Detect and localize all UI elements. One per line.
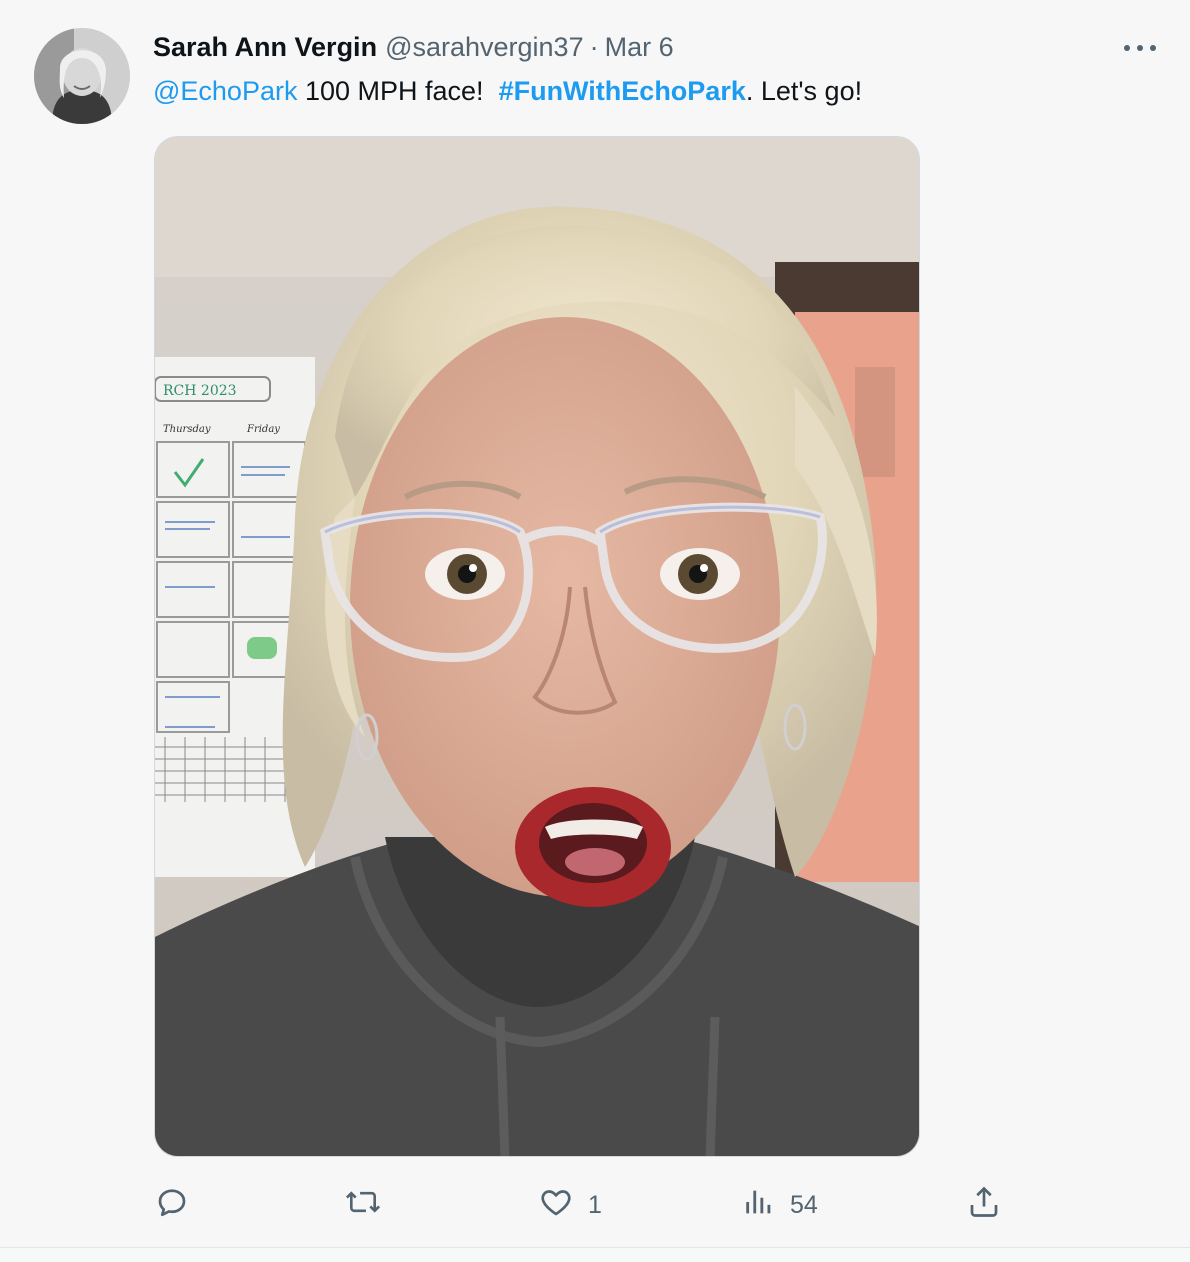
display-name[interactable]: Sarah Ann Vergin [153,32,377,63]
tweet-text-part-1: 100 MPH face! [297,76,499,106]
like-button[interactable]: 1 [538,1182,602,1228]
retweet-icon [344,1184,382,1227]
hashtag-link[interactable]: #FunWithEchoPark [499,76,746,106]
tweet-date[interactable]: Mar 6 [605,32,674,63]
separator-dot: · [589,31,599,62]
tweet-header: Sarah Ann Vergin @sarahvergin37 · Mar 6 [153,28,674,66]
tweet-actions-bar: 1 54 [154,1182,1004,1228]
calendar-day-friday: Friday [246,424,280,435]
share-button[interactable] [966,1182,1016,1228]
views-count: 54 [790,1190,818,1219]
mention-link[interactable]: @EchoPark [153,76,297,106]
share-icon [966,1184,1002,1227]
tweet-card[interactable]: Sarah Ann Vergin @sarahvergin37 · Mar 6 … [0,0,1190,1248]
calendar-day-thursday: Thursday [163,424,211,435]
reply-button[interactable] [154,1182,204,1228]
calendar-header-text: RCH 2023 [163,383,237,399]
retweet-button[interactable] [344,1182,396,1228]
tweet-photo[interactable]: RCH 2023 Thursday Friday [154,136,920,1157]
tweet-text-part-2: . Let's go! [745,76,863,106]
tweet-text: @EchoPark 100 MPH face! #FunWithEchoPark… [153,72,862,110]
heart-icon [538,1184,574,1227]
more-options-icon[interactable] [1120,36,1160,60]
avatar[interactable] [34,28,130,124]
reply-icon [154,1184,190,1227]
user-handle[interactable]: @sarahvergin37 [385,32,584,63]
views-icon [742,1184,776,1227]
like-count: 1 [588,1190,602,1219]
views-button[interactable]: 54 [742,1182,818,1228]
